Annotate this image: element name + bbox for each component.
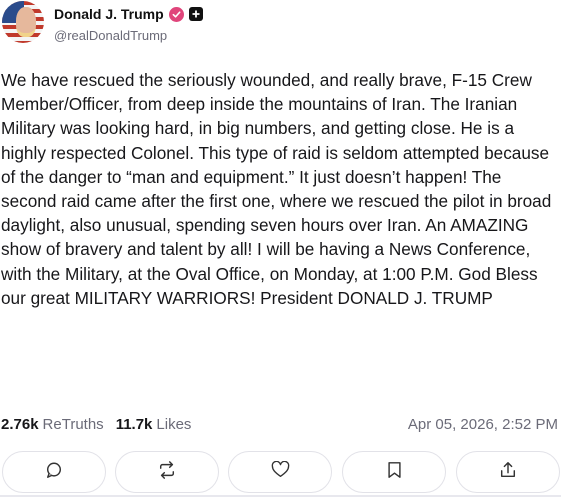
reply-button[interactable] (2, 451, 106, 493)
share-upload-icon (499, 461, 517, 484)
action-bar (0, 451, 561, 495)
retruth-button[interactable] (115, 451, 219, 493)
reply-bubble-icon (45, 461, 63, 484)
verified-badge-icon (168, 6, 184, 22)
retruth-arrows-icon (157, 460, 177, 484)
retruths-count[interactable]: 2.76k (1, 416, 39, 433)
author-display-name[interactable]: Donald J. Trump (54, 6, 164, 22)
retruths-label[interactable]: ReTruths (43, 416, 104, 433)
heart-icon (271, 460, 290, 483)
post-stats: 2.76k ReTruths 11.7k Likes (1, 416, 199, 433)
like-button[interactable] (228, 451, 332, 493)
likes-count[interactable]: 11.7k (116, 416, 153, 433)
plus-square-icon (188, 7, 203, 21)
avatar[interactable] (2, 1, 44, 43)
share-button[interactable] (456, 451, 560, 493)
bookmark-button[interactable] (342, 451, 446, 493)
post-text: We have rescued the seriously wounded, a… (1, 70, 552, 308)
likes-label[interactable]: Likes (156, 416, 191, 433)
post-header: Donald J. Trump @realDonaldTrump (0, 0, 561, 48)
author-handle[interactable]: @realDonaldTrump (54, 28, 167, 43)
author-name-row: Donald J. Trump (54, 6, 203, 22)
avatar-portrait (16, 7, 36, 37)
post-timestamp[interactable]: Apr 05, 2026, 2:52 PM (408, 416, 558, 433)
bookmark-icon (387, 461, 402, 484)
